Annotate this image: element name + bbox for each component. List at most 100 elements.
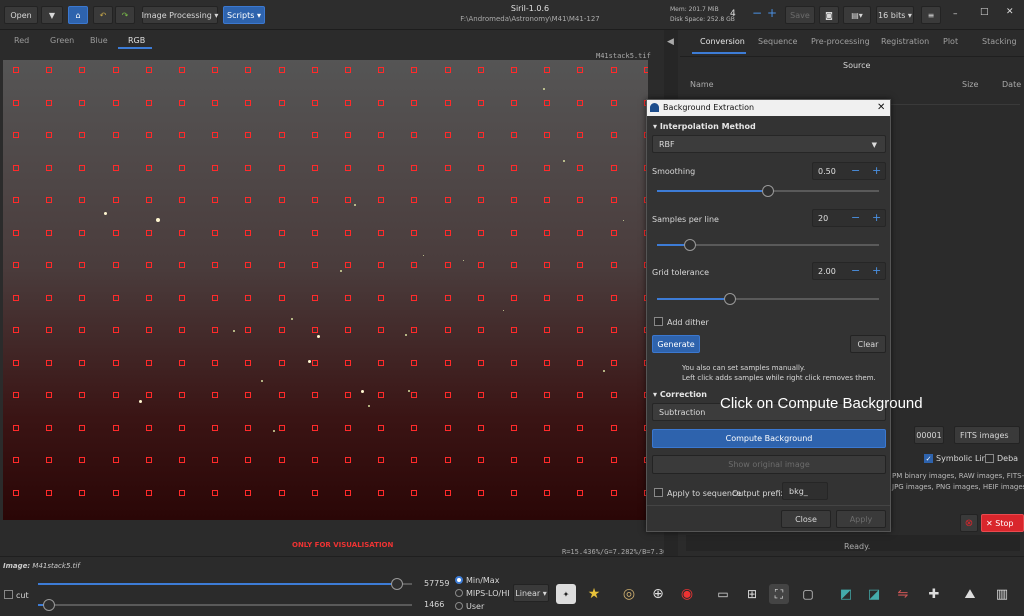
- zoom-in-button[interactable]: ⊞: [742, 584, 762, 604]
- photometry-button[interactable]: ◎: [619, 584, 639, 604]
- background-sample[interactable]: [179, 489, 185, 496]
- background-sample[interactable]: [79, 392, 86, 398]
- background-sample[interactable]: [411, 294, 418, 301]
- psf-button[interactable]: ◉: [677, 584, 697, 604]
- correction-section-title[interactable]: ▾ Correction: [653, 390, 707, 399]
- cancel-button[interactable]: ⊗: [960, 514, 978, 532]
- background-sample[interactable]: [79, 164, 86, 171]
- background-sample[interactable]: [79, 229, 86, 236]
- background-sample[interactable]: [145, 197, 152, 203]
- background-sample[interactable]: [311, 424, 318, 431]
- high-value[interactable]: 57759: [424, 579, 449, 588]
- background-sample[interactable]: [245, 424, 252, 431]
- background-sample[interactable]: [79, 197, 86, 203]
- background-sample[interactable]: [544, 132, 551, 138]
- background-sample[interactable]: [46, 197, 53, 203]
- clear-button[interactable]: Clear: [850, 335, 886, 353]
- background-sample[interactable]: [477, 327, 484, 333]
- cpu-count[interactable]: 4: [730, 9, 736, 19]
- compute-background-button[interactable]: Compute Background: [652, 429, 886, 448]
- background-sample[interactable]: [378, 359, 385, 366]
- background-sample[interactable]: [411, 359, 418, 366]
- false-color-button[interactable]: ★: [584, 584, 604, 604]
- background-sample[interactable]: [179, 359, 185, 366]
- close-button[interactable]: Close: [781, 510, 831, 528]
- background-sample[interactable]: [511, 132, 517, 138]
- low-value-slider[interactable]: [38, 599, 412, 611]
- background-sample[interactable]: [577, 489, 584, 496]
- background-sample[interactable]: [511, 424, 517, 431]
- background-sample[interactable]: [477, 132, 484, 138]
- background-sample[interactable]: [46, 327, 53, 333]
- background-sample[interactable]: [245, 67, 252, 73]
- background-sample[interactable]: [610, 327, 617, 333]
- background-sample[interactable]: [245, 197, 252, 203]
- background-sample[interactable]: [345, 99, 351, 106]
- tab-registration[interactable]: Registration: [881, 37, 929, 46]
- background-sample[interactable]: [544, 424, 551, 431]
- background-sample[interactable]: [411, 262, 418, 268]
- background-sample[interactable]: [444, 229, 451, 236]
- background-sample[interactable]: [345, 164, 351, 171]
- apply-to-sequence-checkbox[interactable]: [654, 488, 663, 497]
- background-sample[interactable]: [46, 457, 53, 463]
- background-sample[interactable]: [477, 164, 484, 171]
- background-sample[interactable]: [444, 67, 451, 73]
- background-sample[interactable]: [13, 164, 19, 171]
- background-sample[interactable]: [112, 489, 119, 496]
- background-sample[interactable]: [212, 229, 219, 236]
- background-sample[interactable]: [477, 457, 484, 463]
- background-sample[interactable]: [311, 229, 318, 236]
- background-sample[interactable]: [577, 392, 584, 398]
- background-sample[interactable]: [179, 424, 185, 431]
- background-sample[interactable]: [477, 489, 484, 496]
- background-sample[interactable]: [444, 392, 451, 398]
- zoom-fit-button[interactable]: ▭: [713, 584, 733, 604]
- image-processing-menu[interactable]: Image Processing ▾: [142, 6, 218, 24]
- snapshot-button[interactable]: ◙: [819, 6, 839, 24]
- background-sample[interactable]: [145, 424, 152, 431]
- background-sample[interactable]: [245, 392, 252, 398]
- tab-green[interactable]: Green: [50, 36, 74, 45]
- background-sample[interactable]: [444, 197, 451, 203]
- zoom-out-button[interactable]: ▢: [798, 584, 818, 604]
- background-sample[interactable]: [610, 294, 617, 301]
- background-sample[interactable]: [544, 164, 551, 171]
- main-menu-button[interactable]: ≡: [921, 6, 941, 24]
- background-sample[interactable]: [245, 359, 252, 366]
- background-sample[interactable]: [511, 229, 517, 236]
- background-sample[interactable]: [13, 424, 19, 431]
- background-sample[interactable]: [477, 424, 484, 431]
- background-sample[interactable]: [46, 359, 53, 366]
- background-sample[interactable]: [378, 99, 385, 106]
- background-sample[interactable]: [345, 457, 351, 463]
- background-sample[interactable]: [477, 392, 484, 398]
- background-sample[interactable]: [212, 67, 219, 73]
- background-sample[interactable]: [345, 229, 351, 236]
- background-sample[interactable]: [212, 424, 219, 431]
- interpolation-section-title[interactable]: ▾ Interpolation Method: [653, 122, 756, 131]
- background-sample[interactable]: [112, 229, 119, 236]
- background-sample[interactable]: [179, 294, 185, 301]
- background-sample[interactable]: [245, 489, 252, 496]
- background-sample[interactable]: [411, 392, 418, 398]
- background-sample[interactable]: [179, 262, 185, 268]
- background-sample[interactable]: [145, 67, 152, 73]
- tab-stacking[interactable]: Stacking: [982, 37, 1017, 46]
- background-sample[interactable]: [378, 392, 385, 398]
- background-sample[interactable]: [444, 294, 451, 301]
- grid-tolerance-spinbox[interactable]: 2.00 − +: [812, 262, 886, 280]
- cut-checkbox[interactable]: [4, 590, 13, 599]
- histogram-button[interactable]: ⛰: [960, 584, 980, 604]
- background-sample[interactable]: [577, 197, 584, 203]
- background-sample[interactable]: [511, 67, 517, 73]
- background-sample[interactable]: [13, 359, 19, 366]
- display-scale-select[interactable]: Linear ▾: [513, 584, 549, 602]
- background-sample[interactable]: [212, 262, 219, 268]
- background-sample[interactable]: [511, 489, 517, 496]
- background-sample[interactable]: [212, 489, 219, 496]
- background-sample[interactable]: [145, 99, 152, 106]
- background-sample[interactable]: [311, 164, 318, 171]
- debayer-checkbox[interactable]: [985, 454, 994, 463]
- background-sample[interactable]: [46, 67, 53, 73]
